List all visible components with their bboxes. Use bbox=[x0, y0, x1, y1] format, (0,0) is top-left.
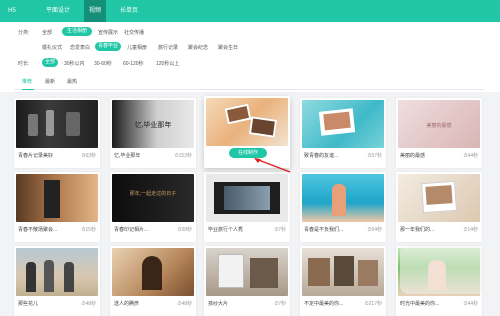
card-title: 青春片记录美好 bbox=[18, 153, 54, 159]
card-duration: ⏱44秒 bbox=[463, 153, 478, 159]
card-title: 青春是不负我们... bbox=[304, 227, 344, 233]
card-duration: ⏱217秒 bbox=[364, 301, 382, 307]
video-thumbnail bbox=[206, 248, 288, 296]
subcategory-kids[interactable]: 儿童相册 bbox=[127, 44, 147, 51]
sort-divider bbox=[14, 89, 484, 90]
tab-long-page[interactable]: 长单页 bbox=[114, 0, 144, 22]
template-card[interactable]: 忆,毕业那年 忆,毕业那年 ⏱153秒 bbox=[110, 98, 196, 168]
subcategory-wedding[interactable]: 婚礼仪式 bbox=[42, 44, 62, 51]
card-title: 忆,毕业那年 bbox=[114, 153, 141, 159]
video-thumbnail bbox=[206, 174, 288, 222]
red-arrow-annotation bbox=[254, 158, 291, 173]
video-thumbnail bbox=[302, 248, 384, 296]
card-title: 毕业旅行个人秀 bbox=[208, 227, 244, 233]
template-card[interactable]: 孩纱大片 ⏱7秒 bbox=[204, 246, 290, 316]
template-card[interactable]: 美丽的最感 美丽的最感 ⏱44秒 bbox=[396, 98, 482, 168]
sort-recommended[interactable]: 推荐 bbox=[22, 78, 32, 85]
video-thumbnail bbox=[16, 174, 98, 222]
card-duration: ⏱57秒 bbox=[367, 153, 382, 159]
card-duration: ⏱64秒 bbox=[367, 227, 382, 233]
card-duration: ⏱58秒 bbox=[177, 227, 192, 233]
subcategory-party[interactable]: 聚会纪念 bbox=[188, 44, 208, 51]
card-title: 美丽的最感 bbox=[400, 153, 426, 159]
duration-under-30[interactable]: 30秒以内 bbox=[64, 60, 85, 67]
tab-graphic-design[interactable]: 平面设计 bbox=[40, 0, 76, 22]
category-label: 分类: bbox=[18, 30, 30, 36]
video-thumbnail: 那年,一起走过的日子 bbox=[112, 174, 194, 222]
template-card[interactable]: 青春是不负我们... ⏱64秒 bbox=[300, 172, 386, 242]
video-thumbnail bbox=[302, 174, 384, 222]
thumbnail-caption: 那年,一起走过的日子 bbox=[129, 191, 177, 197]
card-title: 青春印记相片... bbox=[114, 227, 149, 233]
subcategory-graduation[interactable]: 青春毕业 bbox=[95, 42, 121, 51]
card-duration: ⏱7秒 bbox=[274, 301, 286, 307]
subcategory-birthday[interactable]: 聚会生日 bbox=[218, 44, 238, 51]
sort-hottest[interactable]: 最热 bbox=[67, 78, 77, 85]
category-life-album[interactable]: 生活相册 bbox=[62, 27, 92, 36]
duration-30-60[interactable]: 30-60秒 bbox=[94, 60, 112, 67]
duration-label: 时长: bbox=[18, 61, 30, 67]
subcategory-love[interactable]: 恋爱表白 bbox=[70, 44, 90, 51]
template-card[interactable]: 那些花儿 ⏱48秒 bbox=[14, 246, 100, 316]
video-thumbnail bbox=[398, 174, 480, 222]
duration-60-120[interactable]: 60-120秒 bbox=[123, 60, 144, 67]
card-title: 那一年我们的... bbox=[400, 227, 435, 233]
card-title: 青春不散场聚会... bbox=[18, 227, 58, 233]
card-duration: ⏱14秒 bbox=[463, 227, 478, 233]
card-duration: ⏱153秒 bbox=[174, 153, 192, 159]
video-thumbnail bbox=[302, 100, 384, 148]
top-nav: H5 平面设计 视频 长单页 bbox=[0, 0, 500, 22]
tab-h5[interactable]: H5 bbox=[0, 0, 24, 22]
card-title: 不定中最美的你... bbox=[304, 301, 344, 307]
template-card[interactable]: 那一年我们的... ⏱14秒 bbox=[396, 172, 482, 242]
video-thumbnail bbox=[16, 100, 98, 148]
duration-all[interactable]: 全部 bbox=[42, 58, 58, 67]
template-card[interactable]: 青春片记录美好 ⏱63秒 bbox=[14, 98, 100, 168]
template-card[interactable]: 不定中最美的你... ⏱217秒 bbox=[300, 246, 386, 316]
video-thumbnail: 美丽的最感 bbox=[398, 100, 480, 148]
card-duration: ⏱48秒 bbox=[81, 301, 96, 307]
card-duration: ⏱63秒 bbox=[81, 153, 96, 159]
tab-video[interactable]: 视频 bbox=[84, 0, 106, 22]
watermark-overlay bbox=[400, 244, 496, 294]
sort-tabs: 推荐 最新 最热 bbox=[14, 76, 484, 90]
thumbnail-caption: 美丽的最感 bbox=[426, 123, 452, 129]
card-duration: ⏱44秒 bbox=[463, 301, 478, 307]
category-all[interactable]: 全部 bbox=[42, 29, 52, 36]
card-title: 孩纱大片 bbox=[208, 301, 229, 307]
sort-active-underline bbox=[22, 89, 34, 90]
template-card[interactable]: 致青春的友谊... ⏱57秒 bbox=[300, 98, 386, 168]
video-thumbnail bbox=[206, 98, 288, 146]
sort-newest[interactable]: 最新 bbox=[45, 78, 55, 85]
subcategory-travel[interactable]: 旅行记录 bbox=[158, 44, 178, 51]
template-card[interactable]: 毕业旅行个人秀 ⏱7秒 bbox=[204, 172, 290, 242]
card-title: 送人的腾彦 bbox=[114, 301, 140, 307]
video-thumbnail bbox=[112, 248, 194, 296]
thumbnail-caption: 忆,毕业那年 bbox=[134, 121, 172, 129]
category-promo[interactable]: 宣传展示 bbox=[98, 29, 118, 36]
duration-over-120[interactable]: 120秒以上 bbox=[156, 60, 179, 67]
card-duration: ⏱48秒 bbox=[177, 301, 192, 307]
card-title: 时光中最美的你... bbox=[400, 301, 440, 307]
video-thumbnail: 忆,毕业那年 bbox=[112, 100, 194, 148]
category-social[interactable]: 社交传播 bbox=[124, 29, 144, 36]
video-thumbnail bbox=[16, 248, 98, 296]
card-title: 致青春的友谊... bbox=[304, 153, 339, 159]
card-title: 那些花儿 bbox=[18, 301, 39, 307]
card-duration: ⏱7秒 bbox=[274, 227, 286, 233]
template-card[interactable]: 那年,一起走过的日子 青春印记相片... ⏱58秒 bbox=[110, 172, 196, 242]
template-card[interactable]: 送人的腾彦 ⏱48秒 bbox=[110, 246, 196, 316]
card-duration: ⏱15秒 bbox=[81, 227, 96, 233]
template-card[interactable]: 青春不散场聚会... ⏱15秒 bbox=[14, 172, 100, 242]
